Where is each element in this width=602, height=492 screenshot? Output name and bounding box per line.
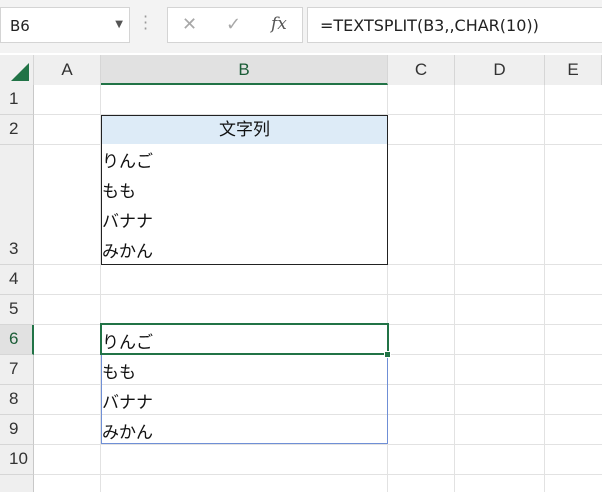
formula-buttons: ✕ ✓ fx [167, 7, 303, 43]
formula-input[interactable]: =TEXTSPLIT(B3,,CHAR(10)) [307, 7, 602, 43]
row-header-1[interactable]: 1 [0, 85, 34, 115]
cell-b7[interactable]: もも [102, 358, 387, 383]
column-header-a[interactable]: A [34, 55, 101, 85]
gridline [102, 414, 387, 415]
column-header-b[interactable]: B [101, 55, 388, 85]
cell-b6[interactable]: りんご [102, 328, 387, 353]
column-header-c[interactable]: C [388, 55, 455, 85]
row-header-11[interactable] [0, 475, 34, 492]
gridline [34, 474, 602, 475]
row-header-2[interactable]: 2 [0, 115, 34, 145]
cancel-icon[interactable]: ✕ [182, 14, 197, 35]
select-all-button[interactable] [0, 55, 34, 85]
row-header-8[interactable]: 8 [0, 385, 34, 415]
row-header-3[interactable]: 3 [0, 145, 34, 265]
column-header-e[interactable]: E [545, 55, 602, 85]
row-header-7[interactable]: 7 [0, 355, 34, 385]
gridline [34, 444, 602, 445]
cell-b8[interactable]: バナナ [102, 388, 387, 413]
gridline [102, 384, 387, 385]
row-header-6[interactable]: 6 [0, 325, 34, 355]
name-box-value: B6 [10, 17, 30, 35]
insert-function-icon[interactable]: fx [271, 14, 287, 34]
cell-b2-header[interactable]: 文字列 [101, 115, 388, 145]
row-header-4[interactable]: 4 [0, 265, 34, 295]
gridline [454, 85, 455, 492]
row-header-5[interactable]: 5 [0, 295, 34, 325]
cell-b9[interactable]: みかん [102, 418, 387, 443]
row-header-9[interactable]: 9 [0, 415, 34, 445]
cell-b3-line: みかん [102, 242, 153, 262]
cell-b3-line: バナナ [102, 212, 153, 232]
drag-handle-icon[interactable]: · · · [143, 9, 148, 37]
gridline [34, 294, 602, 295]
cell-b3-line: りんご [102, 152, 153, 172]
row-header-10[interactable]: 10 [0, 445, 34, 475]
name-box[interactable]: B6 ▼ [0, 7, 130, 43]
chevron-down-icon[interactable]: ▼ [115, 19, 123, 30]
formula-text: =TEXTSPLIT(B3,,CHAR(10)) [320, 16, 539, 35]
cell-b3-line: もも [102, 182, 136, 202]
column-header-d[interactable]: D [455, 55, 545, 85]
enter-icon[interactable]: ✓ [226, 14, 241, 35]
gridline [544, 85, 545, 492]
